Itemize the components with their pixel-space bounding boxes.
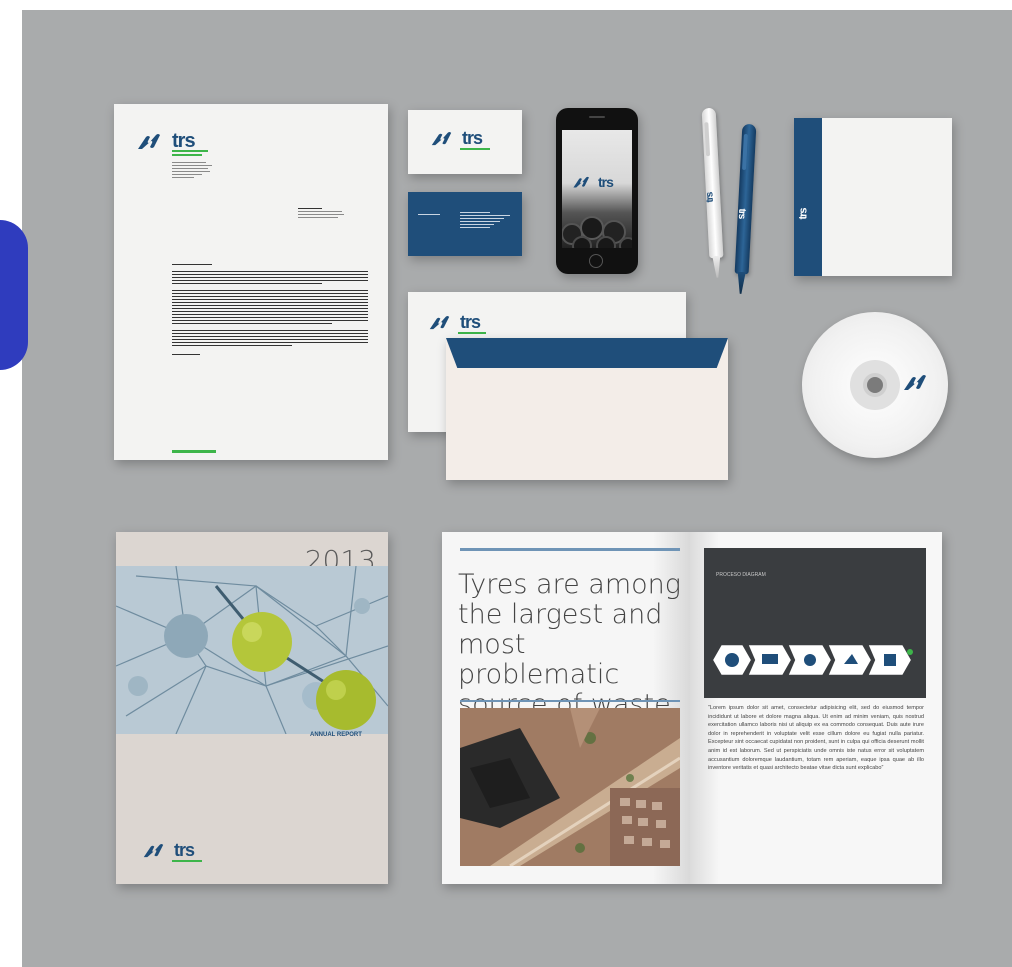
process-panel-title: PROCESO DIAGRAM xyxy=(716,572,766,578)
envelope-navy-flap xyxy=(446,338,728,368)
trs-logo-mark-icon xyxy=(904,375,926,390)
brochure-spread: Tyres are among the largest and most pro… xyxy=(442,532,942,884)
logo-tagline xyxy=(460,148,490,150)
logo-tagline xyxy=(458,332,486,334)
tyre-pile-image xyxy=(562,216,632,248)
annual-report-logo-text: trs xyxy=(174,840,195,860)
headline-line: most problematic xyxy=(458,629,620,690)
folder-logo-text: trs xyxy=(797,208,810,220)
brochure-body-text: “Lorem ipsum dolor sit amet, consectetur… xyxy=(708,705,924,772)
business-card-front: trs xyxy=(408,110,522,174)
pen-white-logo-text: trs xyxy=(704,192,716,203)
phone-home-button xyxy=(589,254,603,268)
annual-report: 2013 ANNUAL REPORT trs xyxy=(116,532,388,884)
logo-tagline xyxy=(172,150,208,152)
phone-screen: trs xyxy=(562,130,632,248)
process-panel: PROCESO DIAGRAM xyxy=(704,548,926,698)
stationery-mockup-scene: trs trs trs trs trs trs trs 2013 ANNUAL … xyxy=(0,0,1012,967)
business-card-logo: trs xyxy=(430,128,483,149)
recipient-address-block xyxy=(298,208,344,220)
process-diagram xyxy=(713,645,913,675)
cd-hole xyxy=(863,373,887,397)
trs-logo-mark-icon xyxy=(143,843,164,857)
headline-line: Tyres are among xyxy=(458,569,681,600)
blue-glove xyxy=(0,220,28,370)
trs-logo-mark-icon xyxy=(573,176,589,187)
headline-line: the largest and xyxy=(458,599,663,630)
brochure-headline: Tyres are among the largest and most pro… xyxy=(458,570,688,720)
phone-speaker xyxy=(589,116,605,118)
logo-tagline xyxy=(172,860,202,862)
letterhead: trs xyxy=(114,104,388,460)
card-name-line xyxy=(418,214,440,215)
letterhead-green-accent-bar xyxy=(172,450,216,453)
annual-report-label: ANNUAL REPORT xyxy=(310,732,362,738)
pen-navy-logo-text: trs xyxy=(735,208,748,219)
headline-bottom-rule xyxy=(460,700,680,702)
cd-disc xyxy=(802,312,948,458)
molecule-network-image xyxy=(116,566,388,734)
card-contact-lines xyxy=(460,212,510,230)
envelope-logo: trs xyxy=(428,312,481,333)
folder: trs xyxy=(794,118,952,276)
trs-logo-mark-icon xyxy=(429,315,450,329)
logo-tagline xyxy=(172,154,202,156)
phone-logo-text: trs xyxy=(598,174,614,190)
annual-report-logo: trs xyxy=(142,840,195,861)
letter-body-text xyxy=(172,264,368,357)
folder-navy-spine xyxy=(794,118,822,276)
trs-logo-mark-icon xyxy=(431,131,452,145)
business-card-logo-text: trs xyxy=(462,128,483,148)
aerial-landfill-photo xyxy=(460,708,680,866)
business-card-back xyxy=(408,192,522,256)
phone-logo: trs xyxy=(572,174,614,190)
envelope-flap-side xyxy=(446,338,728,480)
trs-logo-mark-icon xyxy=(138,133,160,149)
headline-top-rule xyxy=(460,548,680,551)
sender-address-block xyxy=(172,162,212,180)
envelope-logo-text: trs xyxy=(460,312,481,332)
smartphone: trs xyxy=(556,108,638,274)
